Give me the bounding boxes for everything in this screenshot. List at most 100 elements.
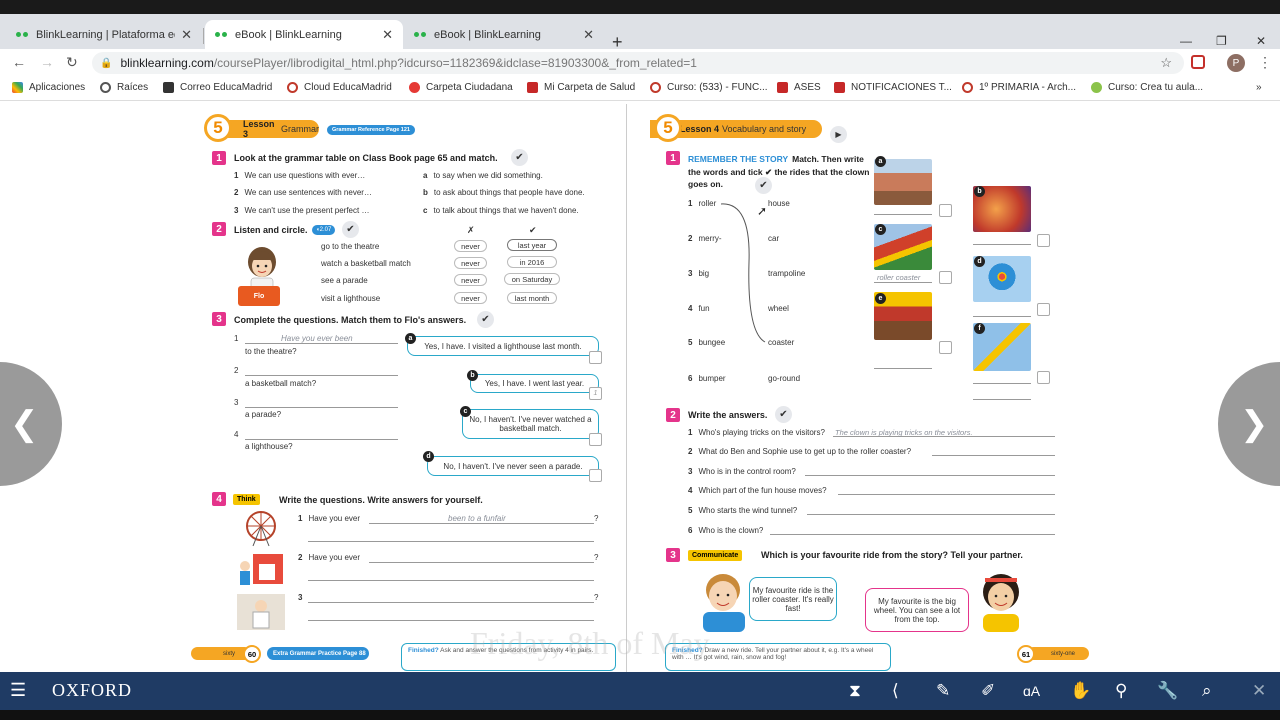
answer-line[interactable] xyxy=(807,514,1055,515)
share-icon[interactable]: ⟨ xyxy=(892,681,899,701)
star-icon[interactable]: ☆ xyxy=(1160,55,1172,71)
answer-line[interactable] xyxy=(770,534,1055,535)
profile-avatar[interactable]: P xyxy=(1227,54,1245,72)
answer-box[interactable] xyxy=(589,351,602,364)
forward-icon[interactable]: → xyxy=(40,54,54,70)
exercise-number: 3 xyxy=(666,548,680,562)
tick-box[interactable] xyxy=(1037,234,1050,247)
menu-icon[interactable]: ⋮ xyxy=(1258,54,1272,71)
pin-icon[interactable]: ⚲ xyxy=(1115,681,1127,701)
hourglass-icon[interactable]: ⧗ xyxy=(849,681,861,701)
answer-line[interactable] xyxy=(369,523,594,524)
never-option[interactable]: never xyxy=(454,257,487,269)
grammar-reference-badge[interactable]: Grammar Reference Page 121 xyxy=(327,125,415,135)
answer-line[interactable] xyxy=(245,439,398,440)
answer-line[interactable] xyxy=(874,368,932,369)
bookmark-primaria[interactable]: 1º PRIMARIA - Arch... xyxy=(962,82,1076,93)
answer-line[interactable] xyxy=(245,343,398,344)
text-tool-icon[interactable]: ɑA xyxy=(1023,683,1040,699)
time-option[interactable]: on Saturday xyxy=(504,273,560,285)
check-icon[interactable]: ✔ xyxy=(755,177,772,194)
answer-line[interactable] xyxy=(245,407,398,408)
url-field[interactable]: 🔒 blinklearning.com/coursePlayer/librodi… xyxy=(92,52,1184,74)
extra-practice-badge[interactable]: Extra Grammar Practice Page 88 xyxy=(267,647,369,660)
check-icon[interactable]: ✔ xyxy=(511,149,528,166)
bookmark-notificaciones[interactable]: NOTIFICACIONES T... xyxy=(834,82,952,93)
tab-ebook[interactable]: eBook | BlinkLearning ✕ xyxy=(404,20,604,49)
pencil-icon[interactable]: ✎ xyxy=(936,681,950,701)
bookmark-carpeta[interactable]: Carpeta Ciudadana xyxy=(409,82,513,93)
bookmark-ases[interactable]: ASES xyxy=(777,82,821,93)
boy-illustration xyxy=(703,574,745,632)
marker-icon[interactable]: ✐ xyxy=(981,681,995,701)
bookmark-curso-func[interactable]: Curso: (533) - FUNC... xyxy=(650,82,768,93)
word-right: house xyxy=(768,199,790,208)
check-icon[interactable]: ✔ xyxy=(775,406,792,423)
extension-icon[interactable] xyxy=(1191,55,1205,69)
bookmark-salud[interactable]: Mi Carpeta de Salud xyxy=(527,82,635,93)
close-icon[interactable]: ✕ xyxy=(181,27,192,43)
time-option-circled[interactable]: last year xyxy=(507,239,557,251)
video-icon[interactable]: ▶ xyxy=(830,126,847,143)
match-item: 3 We can't use the present perfect … xyxy=(234,206,370,215)
answer-text[interactable]: been to a funfair xyxy=(448,514,506,523)
tick-box[interactable] xyxy=(1037,303,1050,316)
audio-button[interactable]: ◖ 2.07 xyxy=(312,225,336,235)
menu-icon[interactable]: ☰ xyxy=(10,680,26,701)
answer-line[interactable] xyxy=(245,375,398,376)
never-option[interactable]: never xyxy=(454,292,487,304)
answer-box[interactable] xyxy=(589,469,602,482)
never-option[interactable]: never xyxy=(454,274,487,286)
answer-line[interactable] xyxy=(973,399,1031,400)
answer-line[interactable] xyxy=(308,541,594,542)
answer-line[interactable] xyxy=(838,494,1055,495)
never-option[interactable]: never xyxy=(454,240,487,252)
bookmark-apps[interactable]: Aplicaciones xyxy=(12,82,85,93)
bookmark-correo[interactable]: Correo EducaMadrid xyxy=(163,82,272,93)
answer-line[interactable] xyxy=(973,316,1031,317)
lock-icon: 🔒 xyxy=(100,57,113,69)
tab-title: eBook | BlinkLearning xyxy=(434,28,541,41)
bookmark-crea-aula[interactable]: Curso: Crea tu aula... xyxy=(1091,82,1203,93)
time-option[interactable]: last month xyxy=(507,292,557,304)
close-window-button[interactable]: ✕ xyxy=(1256,34,1266,48)
answer-box[interactable] xyxy=(589,433,602,446)
check-icon[interactable]: ✔ xyxy=(477,311,494,328)
bottom-edge xyxy=(0,710,1280,720)
reload-icon[interactable]: ↻ xyxy=(66,54,78,71)
answer-text[interactable]: The clown is playing tricks on the visit… xyxy=(835,428,973,437)
check-icon[interactable]: ✔ xyxy=(342,221,359,238)
minimize-button[interactable]: — xyxy=(1180,34,1192,48)
answer-line[interactable] xyxy=(973,383,1031,384)
answer-line[interactable] xyxy=(308,602,594,603)
bookmark-cloud[interactable]: Cloud EducaMadrid xyxy=(287,82,392,93)
answer-line[interactable] xyxy=(874,282,932,283)
answer-line[interactable] xyxy=(932,455,1055,456)
back-icon[interactable]: ← xyxy=(12,54,26,70)
tick-box[interactable] xyxy=(939,271,952,284)
bookmarks-more-icon[interactable]: » xyxy=(1256,82,1262,93)
answer-line[interactable] xyxy=(874,214,932,215)
answer-text[interactable]: Have you ever been xyxy=(281,334,353,343)
answer-line[interactable] xyxy=(308,580,594,581)
hand-icon[interactable]: ✋ xyxy=(1070,681,1091,701)
restore-button[interactable]: ❐ xyxy=(1216,34,1227,48)
tick-box[interactable] xyxy=(939,204,952,217)
close-icon[interactable]: ✕ xyxy=(1252,681,1266,701)
bookmark-raices[interactable]: Raíces xyxy=(100,82,148,93)
search-icon[interactable]: ⌕ xyxy=(1202,681,1212,701)
answer-line[interactable] xyxy=(308,620,594,621)
answer-box[interactable]: 1 xyxy=(589,387,602,400)
tick-box[interactable] xyxy=(1037,371,1050,384)
answer-line[interactable] xyxy=(805,475,1055,476)
answer-text[interactable]: roller coaster xyxy=(877,273,920,282)
tab-ebook-active[interactable]: eBook | BlinkLearning ✕ xyxy=(205,20,403,49)
time-option[interactable]: in 2016 xyxy=(507,256,557,268)
tab-blinklearning[interactable]: BlinkLearning | Plataforma educ ✕ xyxy=(6,20,202,49)
close-icon[interactable]: ✕ xyxy=(583,27,594,43)
answer-line[interactable] xyxy=(369,562,594,563)
tick-box[interactable] xyxy=(939,341,952,354)
close-icon[interactable]: ✕ xyxy=(382,27,393,43)
wrench-icon[interactable]: 🔧 xyxy=(1157,681,1178,701)
answer-line[interactable] xyxy=(973,244,1031,245)
